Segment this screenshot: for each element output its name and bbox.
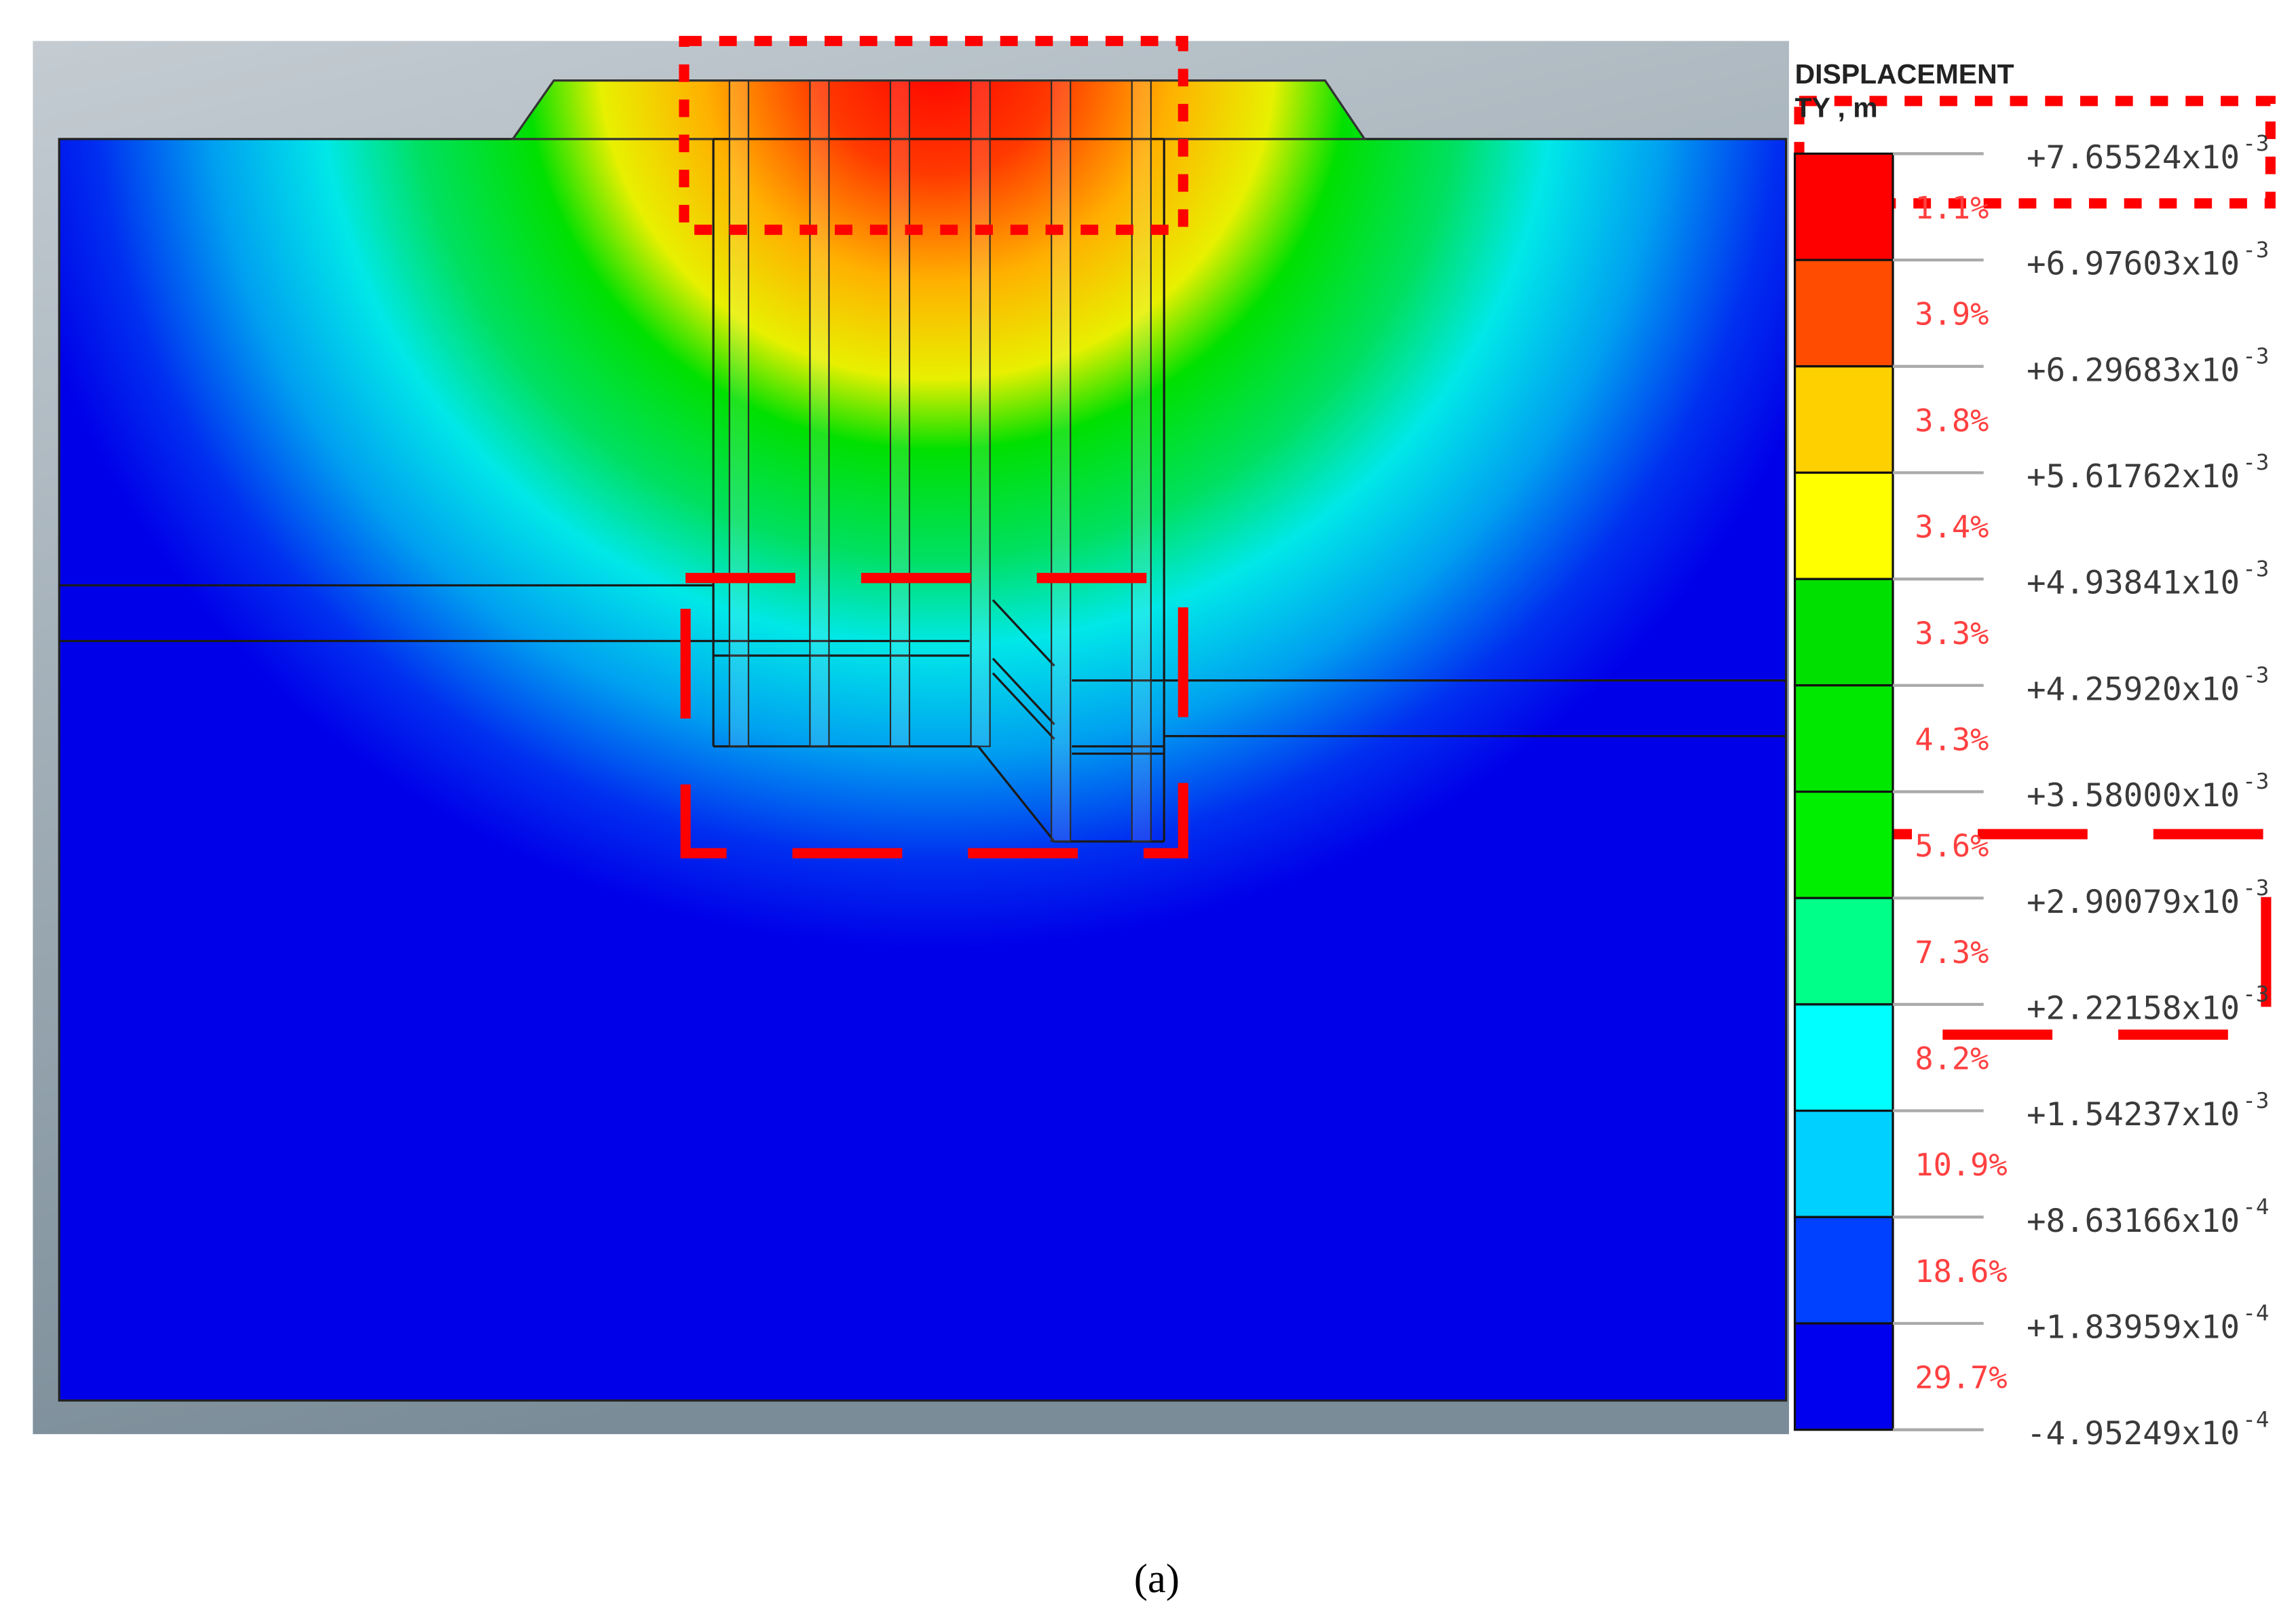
legend-band [1793,365,1894,474]
displacement-figure: DISPLACEMENT TY , m 1.1% 3.9% 3.8% 3.4% 3.3%… [33,35,2276,1602]
legend-band [1793,897,1894,1006]
legend-value: +5.61762x10 [2027,458,2240,495]
legend-value: +4.25920x10 [2027,671,2240,708]
legend-percentage: 1.1% [1915,190,1989,226]
legend-value: +1.54237x10 [2027,1096,2240,1133]
legend-percentage: 29.7% [1915,1360,2007,1396]
legend-value-exponent: -3 [2242,343,2269,369]
legend-value-exponent: -3 [2242,130,2269,156]
legend-percentage: 5.6% [1915,828,1989,864]
legend-band [1793,1322,1894,1431]
legend-value-exponent: -3 [2242,1087,2269,1113]
legend-band [1793,1216,1894,1325]
legend-value-exponent: -3 [2242,237,2269,263]
legend-band [1793,471,1894,580]
legend-percentage: 3.4% [1915,509,1989,545]
legend-band [1793,684,1894,793]
legend-value: +6.97603x10 [2027,246,2240,283]
legend-units: TY , m [1795,92,1878,124]
legend-value: +2.90079x10 [2027,884,2240,921]
legend-value: +8.63166x10 [2027,1203,2240,1240]
legend-title: DISPLACEMENT [1795,58,2014,90]
legend-value-exponent: -3 [2242,981,2269,1007]
legend-band [1793,790,1894,899]
legend-band [1793,578,1894,687]
legend-percentage: 18.6% [1915,1254,2007,1289]
legend-percentage: 4.3% [1915,721,1989,757]
legend-value-exponent: -3 [2242,768,2269,794]
legend-value-exponent: -3 [2242,875,2269,901]
legend-percentage: 10.9% [1915,1147,2007,1183]
legend-value: +3.58000x10 [2027,777,2240,814]
figure-caption: (a) [1134,1556,1180,1602]
legend-band [1793,259,1894,368]
legend-percentage: 8.2% [1915,1041,1989,1077]
legend-value: +7.65524x10 [2027,139,2240,176]
legend-band [1793,152,1894,261]
legend-percentage: 3.9% [1915,297,1989,333]
legend-value: +1.83959x10 [2027,1309,2240,1346]
embankment [510,79,1367,140]
legend-band [1793,1003,1894,1112]
model-domain [58,79,1788,1402]
legend-value: +6.29683x10 [2027,352,2240,389]
legend-percentage: 3.8% [1915,402,1989,438]
legend-band [1793,1109,1894,1218]
legend-value-exponent: -3 [2242,556,2269,582]
legend-percentage: 3.3% [1915,616,1989,652]
legend-value-exponent: -3 [2242,662,2269,688]
legend-value-exponent: -4 [2242,1406,2269,1432]
legend: DISPLACEMENT TY , m 1.1% 3.9% 3.8% 3.4% 3.3%… [1793,58,2269,1452]
legend-value-exponent: -4 [2242,1194,2269,1220]
legend-percentage: 7.3% [1915,935,1989,971]
legend-value-exponent: -3 [2242,449,2269,475]
legend-value: +2.22158x10 [2027,990,2240,1027]
legend-value: -4.95249x10 [2027,1415,2240,1452]
legend-value: +4.93841x10 [2027,565,2240,602]
legend-value-exponent: -4 [2242,1300,2269,1326]
